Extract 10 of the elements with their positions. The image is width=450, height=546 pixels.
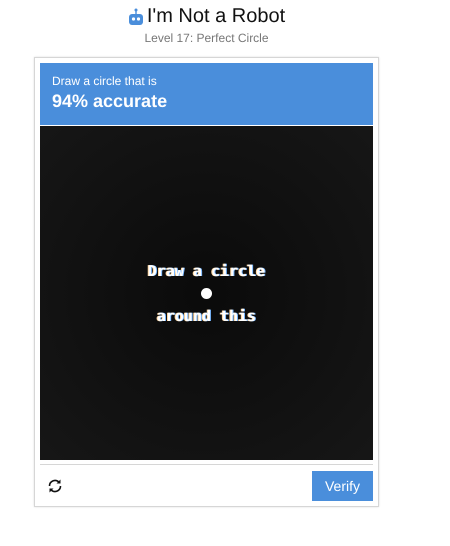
center-dot <box>201 288 212 298</box>
app-title: I'm Not a Robot <box>146 5 286 28</box>
drawing-canvas[interactable]: Draw a circle around this <box>40 126 373 460</box>
instruction-text: Draw a circle that is <box>52 74 158 88</box>
level-subtitle: Level 17: Perfect Circle <box>144 31 269 45</box>
reload-icon[interactable] <box>46 478 64 494</box>
target-accuracy: 94% accurate <box>52 91 168 112</box>
canvas-prompt: around this <box>156 306 256 324</box>
canvas-prompt: Draw a circle <box>148 262 266 280</box>
robot-icon <box>128 8 144 26</box>
